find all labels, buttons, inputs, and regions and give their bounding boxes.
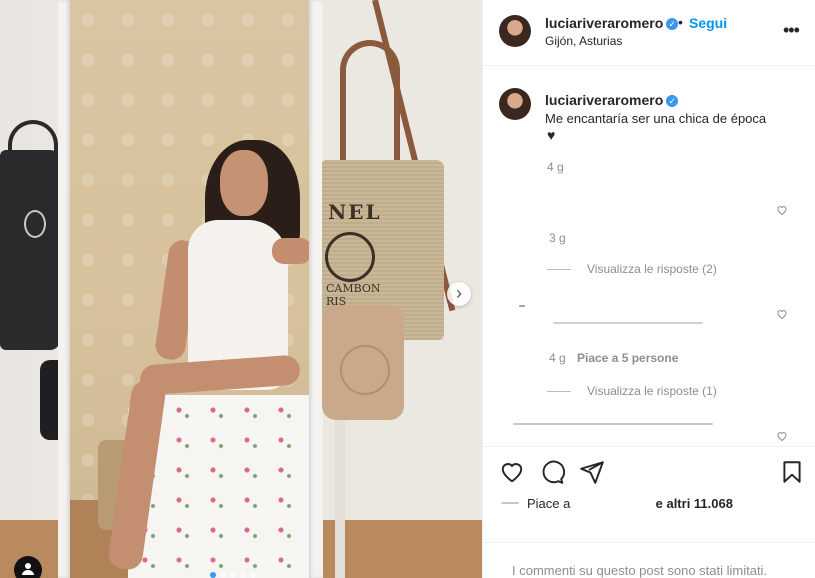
heart-icon[interactable] [499, 459, 525, 485]
tote-logo [325, 232, 375, 282]
carousel-dots [210, 572, 256, 578]
carousel-next-button[interactable]: › [447, 282, 471, 306]
verified-icon: ✓ [666, 95, 679, 108]
caption-text: Me encantaría ser una chica de época [545, 111, 767, 126]
location-link[interactable]: Gijón, Asturias [545, 34, 622, 48]
follow-button[interactable]: Segui [689, 15, 727, 31]
carousel-dot [230, 572, 236, 578]
comments-limited-text: I commenti su questo post sono stati lim… [512, 563, 768, 578]
likes-avatar [501, 496, 521, 510]
user-tag-icon [22, 563, 34, 575]
carousel-dot [210, 572, 216, 578]
tote-print: NEL [328, 200, 382, 224]
username-text[interactable]: luciariveraromero [545, 15, 663, 31]
mirror-frame [309, 0, 323, 578]
comment-like-button[interactable] [776, 430, 788, 445]
carousel-dot [250, 572, 256, 578]
bookmark-icon[interactable] [779, 459, 805, 485]
black-heart-emoji: ♥ [547, 127, 556, 143]
header-username[interactable]: luciariveraromero ✓ [545, 15, 679, 31]
person-face [220, 150, 268, 216]
comment-likes-count[interactable]: Piace a 5 persone [577, 351, 678, 365]
comment-like-button[interactable] [776, 204, 788, 219]
more-options-icon[interactable]: ••• [783, 20, 800, 41]
camera-bag [322, 305, 404, 420]
clothes-rack [335, 420, 345, 578]
mirror-frame [58, 0, 70, 578]
obscured-text [513, 423, 713, 425]
obscured-text [553, 322, 703, 324]
comment-time[interactable]: 4 g [549, 351, 566, 365]
heart-outline-icon [777, 206, 787, 216]
caption-avatar[interactable] [499, 88, 531, 120]
bag-charm [24, 210, 46, 238]
view-replies-link[interactable]: Visualizza le risposte (1) [547, 384, 717, 398]
verified-icon: ✓ [666, 18, 679, 31]
chevron-right-icon: › [456, 283, 462, 303]
post-side-panel: luciariveraromero ✓ • Segui Gijón, Asturi… [482, 0, 815, 578]
separator-dot: • [678, 14, 683, 30]
comments-limited-bar: I commenti su questo post sono stati lim… [483, 542, 815, 578]
post-header: luciariveraromero ✓ • Segui Gijón, Asturi… [483, 0, 815, 66]
person-arm [272, 238, 312, 264]
caption-username[interactable]: luciariveraromero ✓ [545, 92, 679, 108]
black-bag [0, 150, 60, 350]
tote-handle [340, 40, 400, 170]
likes-prefix: Piace a [527, 496, 571, 511]
avatar[interactable] [499, 15, 531, 47]
post-actions [483, 446, 815, 496]
heart-outline-icon [777, 432, 787, 442]
view-replies-link[interactable]: Visualizza le risposte (2) [547, 262, 717, 276]
carousel-dot [240, 572, 246, 578]
comment-like-button[interactable] [776, 308, 788, 323]
share-icon[interactable] [579, 459, 605, 485]
heart-outline-icon [777, 310, 787, 320]
caption-time[interactable]: 4 g [547, 160, 564, 174]
obscured-text [501, 502, 519, 504]
username-text[interactable]: luciariveraromero [545, 92, 663, 108]
comment-time[interactable]: 3 g [549, 231, 566, 245]
comment-icon[interactable] [539, 459, 565, 485]
carousel-dot [220, 572, 226, 578]
obscured-text [519, 305, 525, 307]
tag-button[interactable] [14, 556, 42, 578]
likes-count[interactable]: e altri 11.068 [656, 496, 733, 511]
comments-list[interactable]: luciariveraromero ✓ Me encantaría ser una… [483, 67, 815, 445]
likes-summary[interactable]: Piace a e altri 11.068 [527, 496, 733, 511]
post-photo[interactable]: NEL CAMBON RIS › [0, 0, 482, 578]
